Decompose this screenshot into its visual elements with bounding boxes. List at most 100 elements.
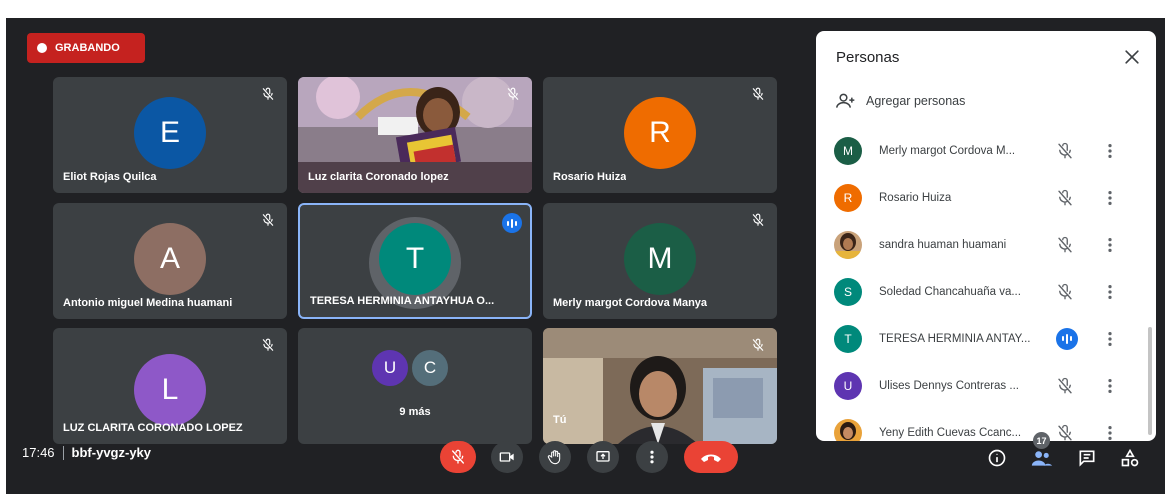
- panel-title: Personas: [836, 49, 900, 66]
- avatar: M: [834, 136, 862, 165]
- avatar: U: [370, 348, 410, 388]
- participant-row[interactable]: S Soledad Chancahuaña va...: [816, 268, 1146, 315]
- meeting-time: 17:46: [22, 445, 55, 460]
- participant-row[interactable]: sandra huaman huamani: [816, 221, 1146, 268]
- camera-toggle-button[interactable]: [491, 441, 523, 473]
- avatar: A: [134, 223, 206, 295]
- participant-name: Soledad Chancahuaña va...: [879, 285, 1021, 298]
- recording-label: GRABANDO: [55, 42, 120, 54]
- avatar: U: [834, 371, 862, 400]
- people-button[interactable]: [1030, 446, 1054, 470]
- meeting-info: 17:46 bbf-yvgz-yky: [22, 445, 151, 460]
- people-count-badge: 17: [1033, 432, 1050, 449]
- participant-tile-active-speaker[interactable]: T TERESA HERMINIA ANTAYHUA O...: [298, 203, 532, 319]
- participant-row[interactable]: M Merly margot Cordova M...: [816, 127, 1146, 174]
- present-icon: [596, 451, 610, 462]
- participant-tile[interactable]: E Eliot Rojas Quilca: [53, 77, 287, 193]
- mic-off-icon[interactable]: [1056, 283, 1074, 301]
- participant-tile[interactable]: M Merly margot Cordova Manya: [543, 203, 777, 319]
- more-participants-tile[interactable]: U C 9 más: [298, 328, 532, 444]
- video-feed: [543, 328, 777, 444]
- mic-off-icon: [262, 338, 274, 351]
- participant-tile[interactable]: L LUZ CLARITA CORONADO LOPEZ: [53, 328, 287, 444]
- mic-off-icon: [752, 338, 764, 351]
- hand-icon: [547, 450, 561, 465]
- mic-off-icon: [262, 213, 274, 226]
- more-participants-label: 9 más: [399, 406, 431, 418]
- mic-toggle-button[interactable]: [440, 441, 476, 473]
- participant-name: Eliot Rojas Quilca: [63, 171, 157, 183]
- leave-call-button[interactable]: [684, 441, 738, 473]
- participant-name: Antonio miguel Medina huamani: [63, 297, 233, 309]
- avatar: M: [624, 223, 696, 295]
- more-options-icon[interactable]: [1103, 236, 1117, 254]
- add-people-label: Agregar personas: [866, 94, 966, 108]
- participant-row[interactable]: Yeny Edith Cuevas Ccanc...: [816, 409, 1146, 441]
- mic-off-icon: [507, 87, 519, 100]
- participant-row[interactable]: R Rosario Huiza: [816, 174, 1146, 221]
- participant-tile[interactable]: A Antonio miguel Medina huamani: [53, 203, 287, 319]
- more-options-icon[interactable]: [1103, 377, 1117, 395]
- self-video-tile[interactable]: Tú: [543, 328, 777, 444]
- mic-off-icon: [752, 87, 764, 100]
- people-icon: [1031, 451, 1053, 466]
- people-panel: Personas Agregar personas M Merly margot…: [816, 31, 1156, 441]
- speaking-indicator-icon: [502, 213, 522, 233]
- participant-name: TERESA HERMINIA ANTAY...: [879, 332, 1031, 345]
- mic-off-icon[interactable]: [1056, 142, 1074, 160]
- avatar: T: [379, 223, 451, 295]
- participant-name: Tú: [553, 414, 567, 426]
- info-icon: [988, 449, 1006, 467]
- participant-row[interactable]: U Ulises Dennys Contreras ...: [816, 362, 1146, 409]
- participant-name: Yeny Edith Cuevas Ccanc...: [879, 426, 1022, 439]
- participant-name: Rosario Huiza: [553, 171, 627, 183]
- scrollbar[interactable]: [1148, 327, 1152, 435]
- add-people-button[interactable]: Agregar personas: [836, 89, 965, 113]
- mic-off-icon: [262, 87, 274, 100]
- speaking-indicator-icon: [1056, 327, 1078, 350]
- hang-up-icon: [701, 454, 721, 462]
- camera-icon: [499, 452, 514, 462]
- present-screen-button[interactable]: [587, 441, 619, 473]
- mic-off-icon[interactable]: [1056, 189, 1074, 207]
- mic-off-icon[interactable]: [1056, 377, 1074, 395]
- more-options-icon[interactable]: [1103, 424, 1117, 442]
- meeting-stage: GRABANDO E Eliot Rojas Quilca Luz clarit…: [6, 18, 1165, 494]
- participant-name: Merly margot Cordova Manya: [553, 297, 708, 309]
- more-options-icon[interactable]: [1103, 330, 1117, 348]
- participant-name: LUZ CLARITA CORONADO LOPEZ: [63, 422, 243, 434]
- participant-list: M Merly margot Cordova M... R Rosario Hu…: [816, 127, 1146, 441]
- meeting-details-button[interactable]: [985, 446, 1009, 470]
- more-options-icon[interactable]: [1103, 283, 1117, 301]
- close-icon[interactable]: [1122, 47, 1142, 67]
- avatar-photo: [834, 418, 862, 441]
- mic-off-icon: [452, 449, 464, 464]
- divider: [62, 445, 64, 460]
- avatar: L: [134, 354, 206, 426]
- participant-name: TERESA HERMINIA ANTAYHUA O...: [310, 295, 495, 307]
- participant-tile[interactable]: R Rosario Huiza: [543, 77, 777, 193]
- activities-button[interactable]: [1118, 446, 1142, 470]
- avatar: S: [834, 277, 862, 306]
- participant-tile-video[interactable]: Luz clarita Coronado lopez: [298, 77, 532, 193]
- more-options-icon[interactable]: [1103, 142, 1117, 160]
- avatar: C: [410, 348, 450, 388]
- more-options-icon[interactable]: [1103, 189, 1117, 207]
- chat-button[interactable]: [1075, 446, 1099, 470]
- meeting-code[interactable]: bbf-yvgz-yky: [72, 445, 151, 460]
- more-options-button[interactable]: [636, 441, 668, 473]
- add-person-icon: [836, 93, 855, 108]
- participant-name: Merly margot Cordova M...: [879, 144, 1016, 157]
- recording-badge: GRABANDO: [27, 33, 145, 63]
- more-vert-icon: [650, 450, 654, 464]
- participant-name: sandra huaman huamani: [879, 238, 1007, 251]
- activities-icon: [1121, 448, 1139, 467]
- mic-off-icon[interactable]: [1056, 424, 1074, 442]
- participant-row[interactable]: T TERESA HERMINIA ANTAY...: [816, 315, 1146, 362]
- participant-name: Luz clarita Coronado lopez: [308, 171, 449, 183]
- mic-off-icon[interactable]: [1056, 236, 1074, 254]
- avatar: T: [834, 324, 862, 353]
- participant-name: Ulises Dennys Contreras ...: [879, 379, 1019, 392]
- raise-hand-button[interactable]: [539, 441, 571, 473]
- chat-icon: [1079, 450, 1095, 467]
